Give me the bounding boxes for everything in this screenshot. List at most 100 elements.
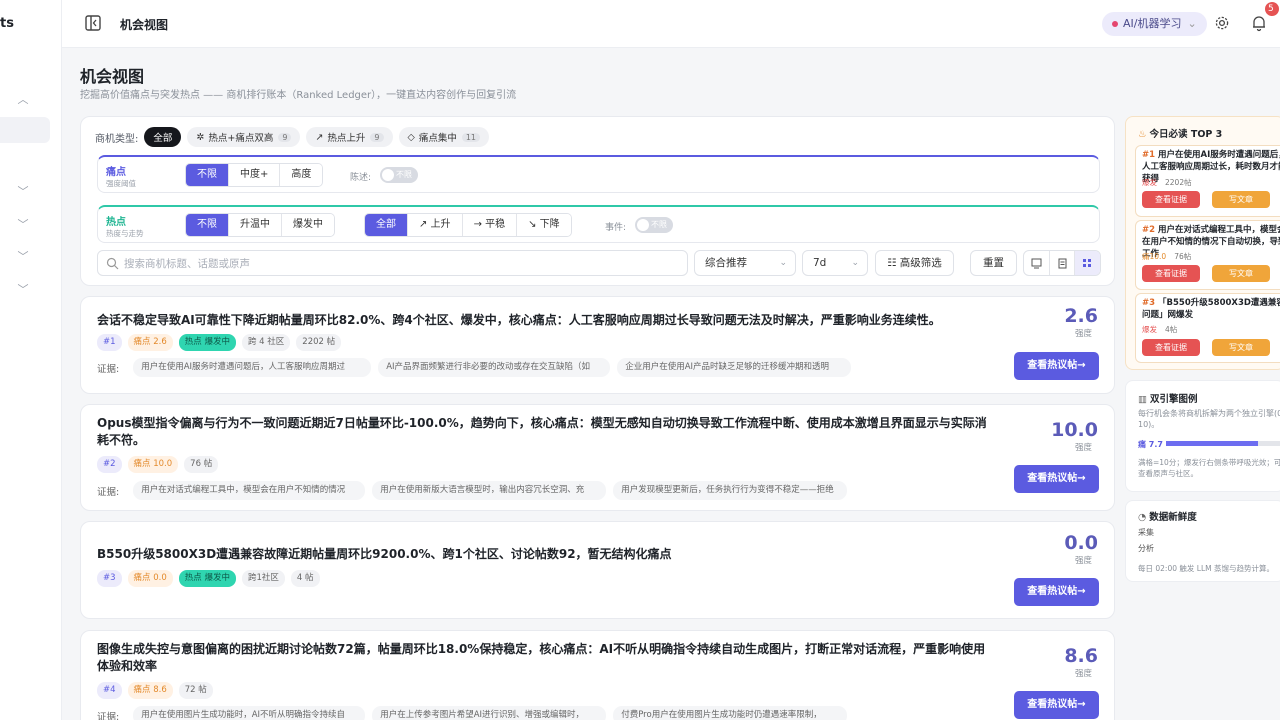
statement-toggle-label: 陈述: xyxy=(350,173,372,183)
type-chip-dual[interactable]: ✲ 热点+痛点双高 9 xyxy=(187,127,301,147)
chevron-up-icon[interactable]: ︿ xyxy=(14,91,32,109)
opportunity-card[interactable]: B550升级5800X3D遭遇兼容故障近期帖量周环比9200.0%、跨1个社区、… xyxy=(80,521,1115,619)
search-icon xyxy=(106,257,119,270)
event-toggle-label: 事件: xyxy=(605,223,627,233)
pain-option-high[interactable]: 高度 xyxy=(280,164,323,186)
evidence-chip[interactable]: 用户在使用图片生成功能时，AI不听从明确指令持续自 xyxy=(133,706,366,720)
evidence-chip[interactable]: 用户在使用新版大语言模型时，输出内容冗长空洞、充 xyxy=(372,481,607,500)
gear-icon[interactable] xyxy=(1214,15,1230,31)
chevron-down-icon[interactable]: ﹀ xyxy=(14,216,32,234)
page-title: 机会视图 xyxy=(80,67,145,86)
event-toggle[interactable]: 不限 xyxy=(635,217,673,233)
evidence-chip[interactable]: 用户在上传参考图片希望AI进行识别、增强或编辑时， xyxy=(372,706,607,720)
status-dot xyxy=(1112,21,1118,27)
engine-note: 满格=10分；爆发行右侧条带呼吸光效；可查看原声与社区。 xyxy=(1138,458,1280,478)
chevron-down-icon[interactable]: ﹀ xyxy=(14,281,32,299)
view-posts-button[interactable]: 查看热议帖→ xyxy=(1014,578,1099,606)
topbar-title: 机会视图 xyxy=(120,18,169,32)
top3-meta-posts: 4帖 xyxy=(1165,325,1178,334)
advanced-filter-button[interactable]: ☷ 高级筛选 xyxy=(875,250,954,276)
card-title: 图像生成失控与意图偏离的困扰近期讨论帖数72篇，帖量周环比18.0%保持稳定，核… xyxy=(97,642,986,673)
model-selector[interactable]: AI/机器学习 ⌄ xyxy=(1102,12,1207,36)
evidence-chip[interactable]: 用户在对话式编程工具中，模型会在用户不知情的情况 xyxy=(133,481,366,500)
trend-option-up[interactable]: ↗ 上升 xyxy=(408,214,463,236)
score-block: 2.6 强度 xyxy=(1038,305,1098,339)
freshness-panel: ◔ 数据新鲜度 采集 分析 每日 02:00 触发 LLM 蒸馏与趋势计算。 xyxy=(1125,500,1280,582)
view-evidence-button[interactable]: 查看证据 xyxy=(1142,339,1200,356)
flame-icon: ♨ xyxy=(1138,129,1147,140)
top3-meta: 爆发 2202帖 xyxy=(1142,177,1200,188)
collect-label: 采集 xyxy=(1138,528,1154,537)
heat-option-any[interactable]: 不限 xyxy=(186,214,229,236)
notification-badge: 5 xyxy=(1265,2,1279,16)
top3-item[interactable]: #2 用户在对话式编程工具中，模型会在用户不知情的情况下自动切换，导致工作 痛1… xyxy=(1135,220,1280,290)
trend-option-flat[interactable]: → 平稳 xyxy=(462,214,518,236)
write-article-button[interactable]: 写文章 xyxy=(1212,191,1270,208)
view-evidence-button[interactable]: 查看证据 xyxy=(1142,191,1200,208)
community-tag: 跨1社区 xyxy=(241,570,285,587)
engine-desc: 每行机会条将商机拆解为两个独立引擎(0–10)。 xyxy=(1138,409,1280,429)
chevron-down-icon[interactable]: ﹀ xyxy=(14,183,32,201)
score-unit: 强度 xyxy=(1074,443,1092,453)
search-input[interactable] xyxy=(124,255,674,273)
type-chip-rising[interactable]: ↗ 热点上升 9 xyxy=(306,127,393,147)
type-chip-pain[interactable]: ◇ 痛点集中 11 xyxy=(398,127,490,147)
sidebar-item-selected[interactable] xyxy=(0,117,50,143)
top3-meta: 爆发 4帖 xyxy=(1142,324,1185,335)
heat-option-burst[interactable]: 爆发中 xyxy=(282,214,334,236)
top3-meta-burst: 爆发 xyxy=(1142,325,1157,334)
view-evidence-button[interactable]: 查看证据 xyxy=(1142,265,1200,282)
evidence-chip[interactable]: AI产品界面频繁进行非必要的改动或存在交互缺陷（如 xyxy=(378,358,611,377)
opportunity-card[interactable]: Opus模型指令偏离与行为不一致问题近期近7日帖量环比-100.0%，趋势向下，… xyxy=(80,404,1115,511)
top3-item[interactable]: #3 「B550升级5800X3D遭遇兼容问题」网爆发 爆发 4帖 查看证据 写文… xyxy=(1135,293,1280,363)
write-article-button[interactable]: 写文章 xyxy=(1212,339,1270,356)
evidence-chip[interactable]: 付费Pro用户在使用图片生成功能时仍遭遇速率限制， xyxy=(613,706,848,720)
freshness-note: 每日 02:00 触发 LLM 蒸馏与趋势计算。 xyxy=(1138,564,1274,573)
score-value: 8.6 xyxy=(1064,645,1098,667)
heat-filter-name: 热点 xyxy=(106,217,126,228)
opportunity-card[interactable]: 图像生成失控与意图偏离的困扰近期讨论帖数72篇，帖量周环比18.0%保持稳定，核… xyxy=(80,630,1115,720)
sparkle-icon: ✲ xyxy=(196,131,205,143)
view-posts-button[interactable]: 查看热议帖→ xyxy=(1014,691,1099,719)
score-value: 0.0 xyxy=(1064,532,1098,554)
filter-panel: 商机类型: 全部 ✲ 热点+痛点双高 9 ↗ 热点上升 9 ◇ 痛点集中 11 痛点 强度阈… xyxy=(80,116,1115,286)
evidence-label: 证据: xyxy=(97,711,120,720)
top3-meta: 痛10.0 76帖 xyxy=(1142,251,1199,262)
write-article-button[interactable]: 写文章 xyxy=(1212,265,1270,282)
sort-select[interactable]: 综合推荐 ⌄ xyxy=(694,250,796,276)
opportunity-card[interactable]: 会话不稳定导致AI可靠性下降近期帖量周环比82.0%、跨4个社区、爆发中，核心痛… xyxy=(80,296,1115,394)
engine-bar-fill xyxy=(1166,441,1259,446)
evidence-chip[interactable]: 用户在使用AI服务时遭遇问题后，人工客服响应周期过 xyxy=(133,358,372,377)
range-select[interactable]: 7d ⌄ xyxy=(802,250,868,276)
pain-option-any[interactable]: 不限 xyxy=(186,164,229,186)
trend-option-all[interactable]: 全部 xyxy=(365,214,408,236)
type-chip-all[interactable]: 全部 xyxy=(144,127,182,147)
sidebar: ts ︿ ﹀ ﹀ ﹀ ﹀ xyxy=(0,0,62,720)
engine-legend-panel: ▥ 双引擎图例 每行机会条将商机拆解为两个独立引擎(0–10)。 痛 7.7 满格… xyxy=(1125,380,1280,492)
trend-option-down[interactable]: ↘ 下降 xyxy=(517,214,571,236)
card-tags: #1 痛点 2.6 热点 爆发中 跨 4 社区 2202 帖 xyxy=(97,334,347,351)
top3-item[interactable]: #1 用户在使用AI服务时遭遇问题后，人工客服响应周期过长，耗时数月才能获得 爆… xyxy=(1135,145,1280,217)
top3-meta-posts: 2202帖 xyxy=(1165,178,1192,187)
view-posts-button[interactable]: 查看热议帖→ xyxy=(1014,352,1099,380)
statement-toggle[interactable]: 不限 xyxy=(380,167,418,183)
heat-option-warming[interactable]: 升温中 xyxy=(229,214,282,236)
posts-tag: 4 帖 xyxy=(290,570,320,587)
chevron-down-icon[interactable]: ﹀ xyxy=(14,248,32,266)
view-list-icon[interactable] xyxy=(1050,251,1076,275)
view-posts-button[interactable]: 查看热议帖→ xyxy=(1014,465,1099,493)
view-card-icon[interactable] xyxy=(1024,251,1050,275)
top3-meta-posts: 76帖 xyxy=(1174,252,1192,261)
score-value: 10.0 xyxy=(1051,419,1098,441)
pain-option-medium[interactable]: 中度+ xyxy=(229,164,281,186)
evidence-chip[interactable]: 企业用户在使用AI产品时缺乏足够的迁移缓冲期和透明 xyxy=(617,358,852,377)
community-tag: 跨 4 社区 xyxy=(241,334,291,351)
evidence-chip[interactable]: 用户发现模型更新后，任务执行行为变得不稳定——拒绝 xyxy=(613,481,848,500)
freshness-heading: ◔ 数据新鲜度 xyxy=(1138,509,1197,523)
chip-label: 热点+痛点双高 xyxy=(208,133,274,144)
view-grid-icon[interactable] xyxy=(1075,251,1100,275)
bell-icon[interactable] xyxy=(1250,14,1268,32)
sidebar-toggle-icon[interactable] xyxy=(84,14,102,32)
reset-button[interactable]: 重置 xyxy=(970,250,1017,276)
card-tags: #4 痛点 8.6 72 帖 xyxy=(97,682,219,699)
